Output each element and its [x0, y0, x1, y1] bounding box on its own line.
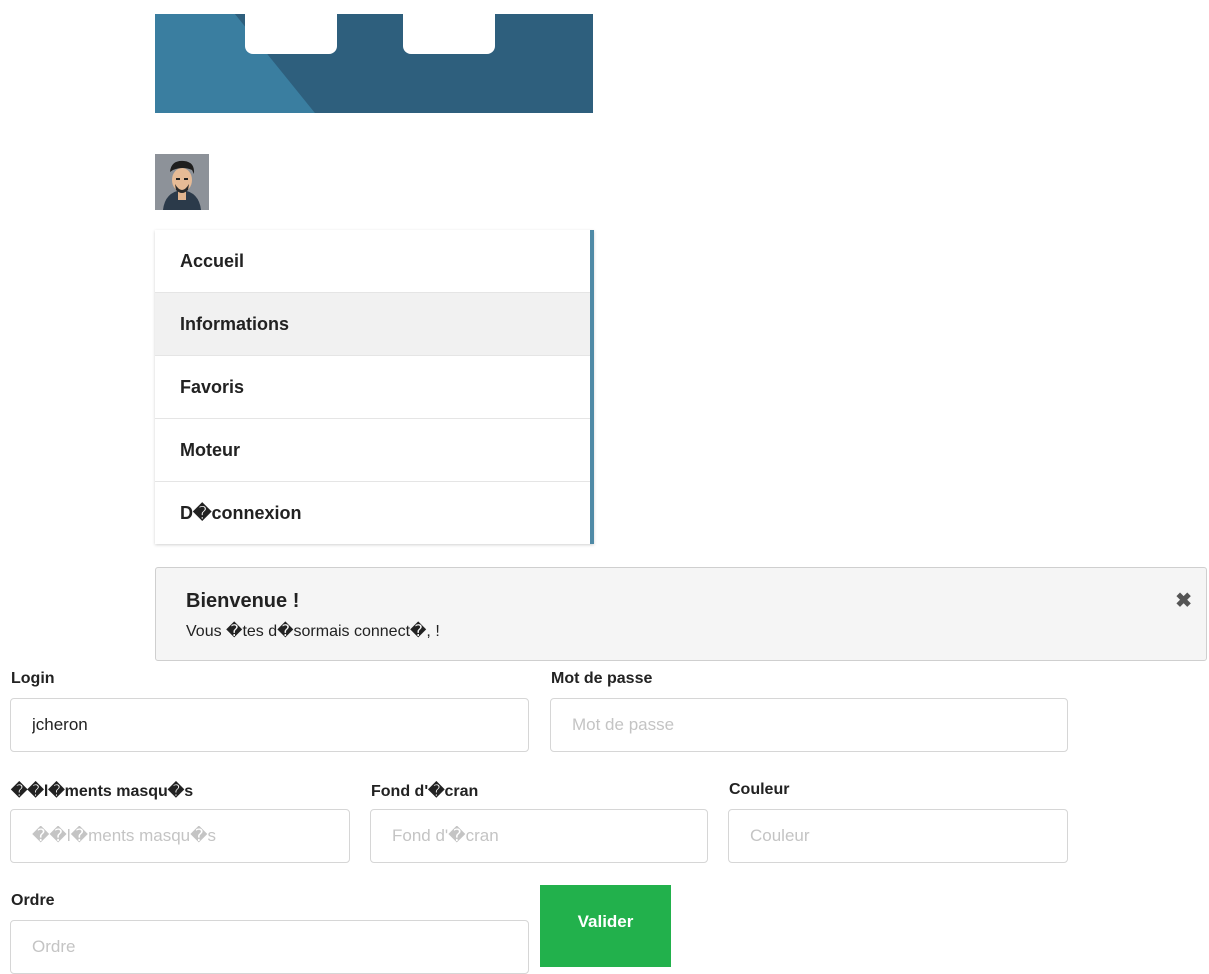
nav-item-moteur[interactable]: Moteur [155, 419, 590, 482]
header-banner [155, 14, 593, 113]
login-field[interactable] [10, 698, 529, 752]
alert-title: Bienvenue ! [186, 590, 300, 612]
order-field[interactable] [10, 920, 529, 974]
hidden-elements-field[interactable] [10, 809, 350, 863]
login-label: Login [11, 670, 55, 687]
password-field[interactable] [550, 698, 1068, 752]
wallpaper-label: Fond d'�cran [371, 783, 479, 800]
welcome-alert: Bienvenue ! Vous �tes d�sormais connect�… [155, 567, 1207, 661]
main-nav: Accueil Informations Favoris Moteur D�co… [155, 230, 594, 544]
password-label: Mot de passe [551, 670, 653, 687]
avatar[interactable] [155, 154, 209, 210]
nav-item-informations[interactable]: Informations [155, 293, 590, 356]
submit-button[interactable]: Valider [540, 885, 671, 967]
order-label: Ordre [11, 892, 55, 909]
alert-message: Vous �tes d�sormais connect�, ! [186, 623, 440, 640]
hidden-elements-label: ��l�ments masqu�s [11, 783, 194, 800]
color-field[interactable] [728, 809, 1068, 863]
nav-item-favoris[interactable]: Favoris [155, 356, 590, 419]
wallpaper-field[interactable] [370, 809, 708, 863]
nav-item-deconnexion[interactable]: D�connexion [155, 482, 590, 544]
close-icon[interactable]: ✖ [1175, 588, 1192, 613]
color-label: Couleur [729, 781, 790, 798]
nav-item-accueil[interactable]: Accueil [155, 230, 590, 293]
